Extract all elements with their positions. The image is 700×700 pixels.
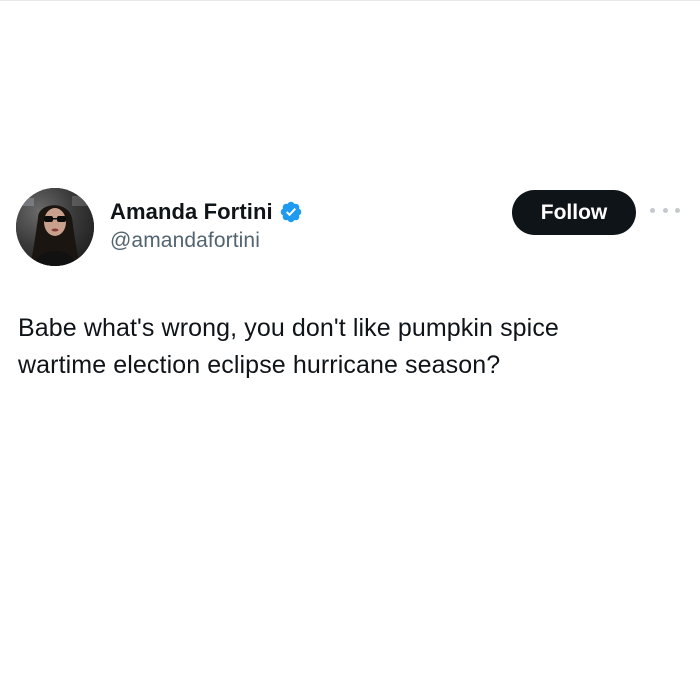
more-dot	[662, 207, 668, 213]
author-handle[interactable]: @amandafortini	[110, 229, 260, 253]
more-dot	[650, 207, 655, 213]
follow-button[interactable]: Follow	[512, 190, 636, 235]
avatar[interactable]	[16, 188, 94, 266]
more-options-icon[interactable]	[650, 203, 680, 217]
tweet-text-line: Babe what's wrong, you don't like pumpki…	[18, 314, 559, 342]
more-dot	[675, 207, 680, 213]
verified-badge-icon	[280, 201, 301, 223]
tweet-text: Babe what's wrong, you don't like pumpki…	[18, 310, 688, 384]
author-display-name[interactable]: Amanda Fortini	[110, 199, 273, 225]
tweet-card: Amanda Fortini @amandafortini Follow Bab…	[0, 0, 700, 700]
tweet-text-line: wartime election eclipse hurricane seaso…	[18, 351, 501, 379]
avatar-photo	[16, 188, 94, 266]
author-name-row: Amanda Fortini	[110, 197, 303, 227]
